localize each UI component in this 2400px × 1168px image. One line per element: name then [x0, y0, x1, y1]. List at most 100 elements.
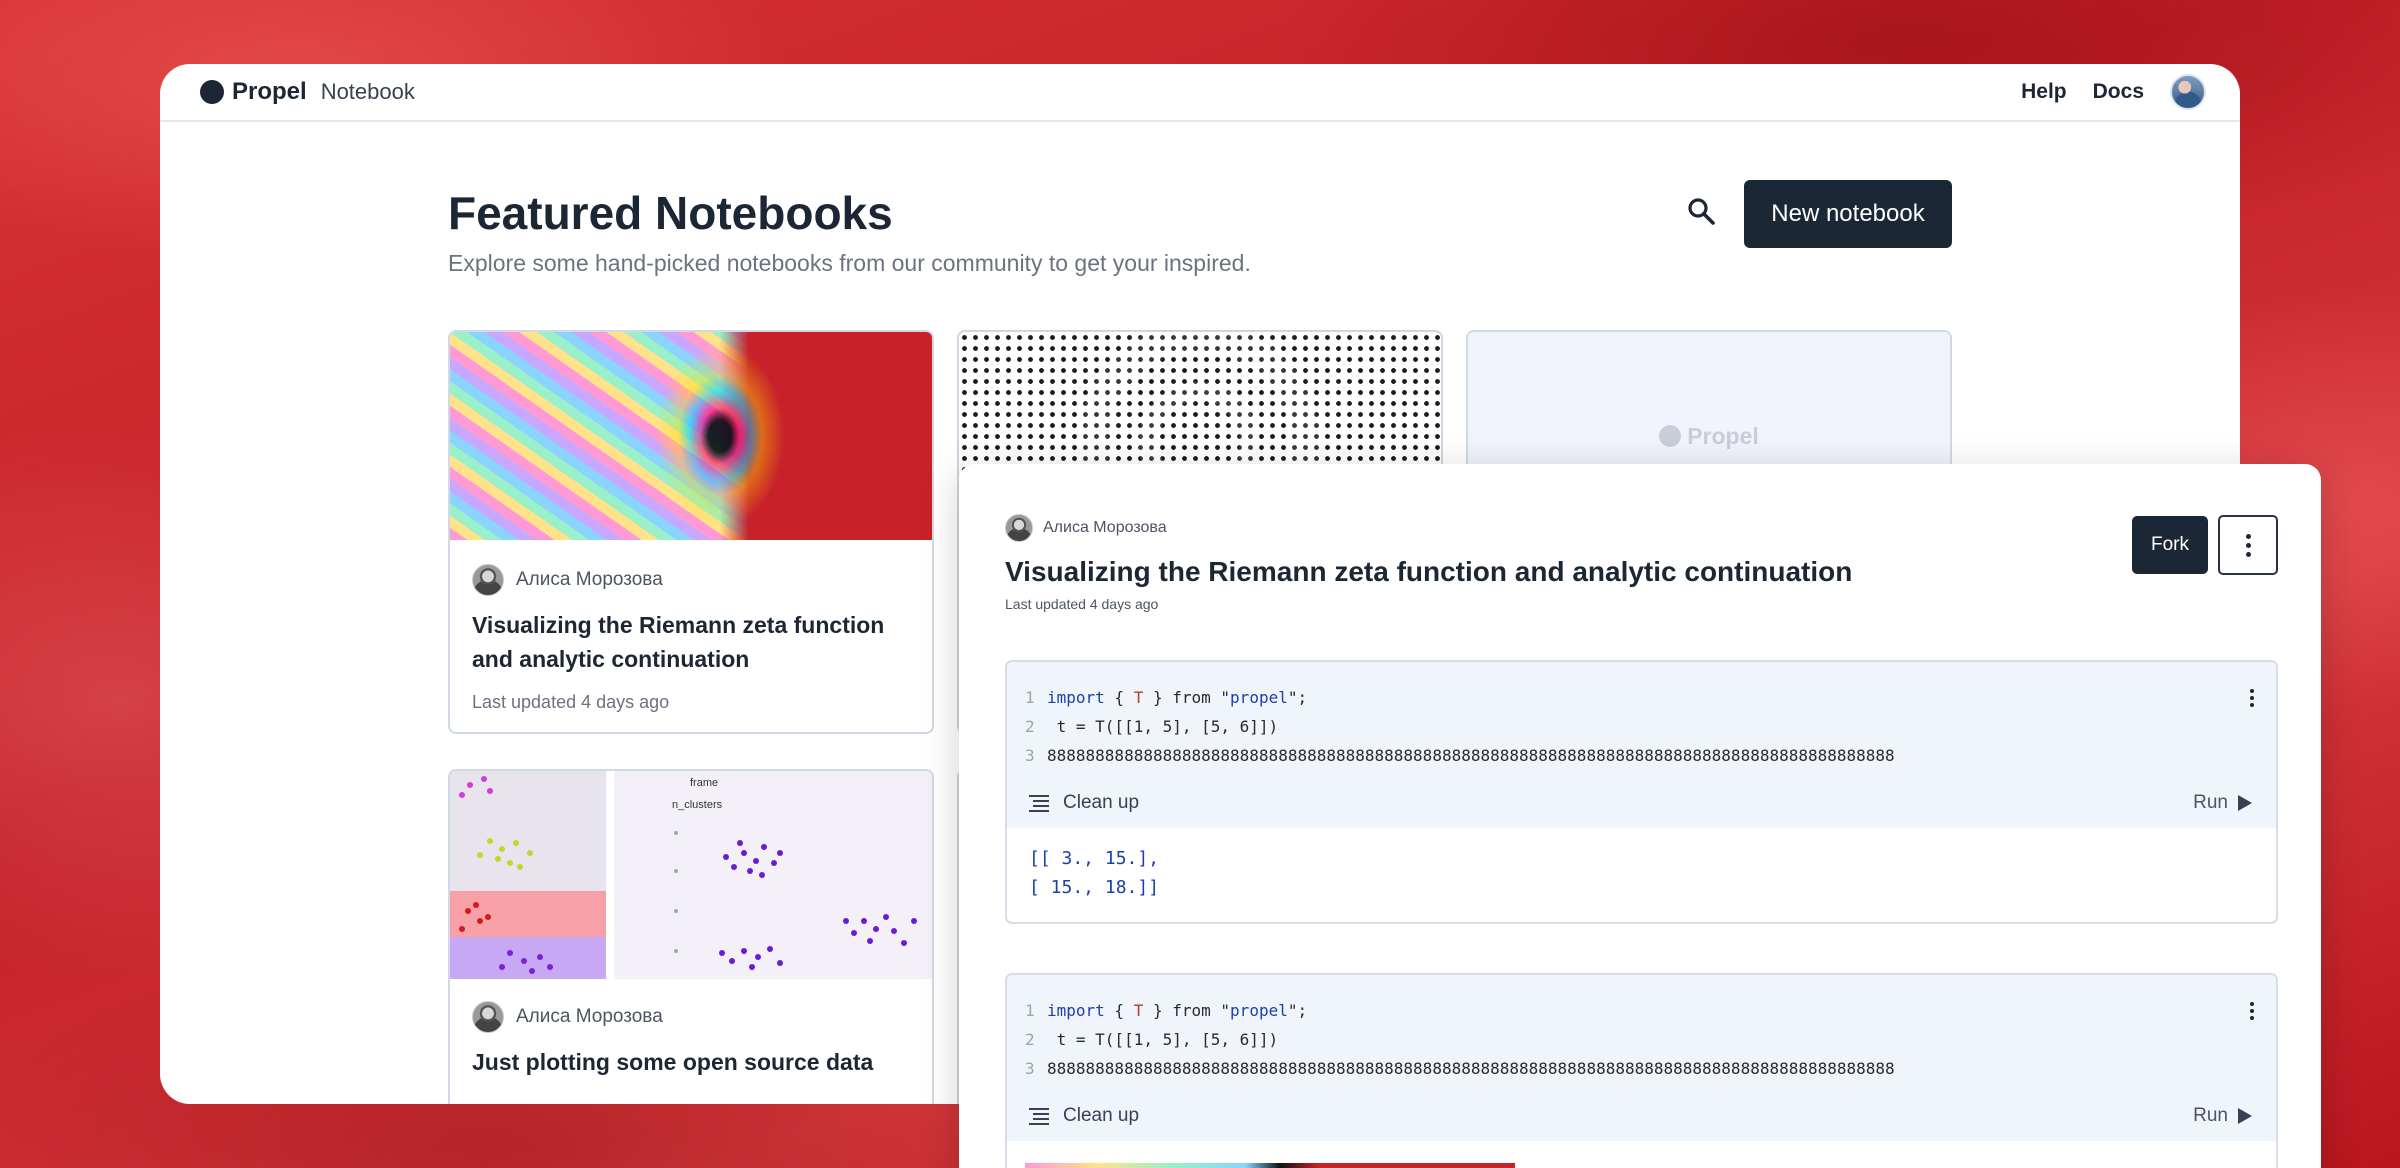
- author-avatar: [1005, 514, 1033, 542]
- more-options-button[interactable]: [2218, 515, 2278, 575]
- code-string: propel: [1230, 688, 1288, 707]
- code-identifier: T: [1133, 1001, 1144, 1020]
- code-text: 8888888888888888888888888888888888888888…: [1047, 746, 1895, 765]
- placeholder-brand: Propel: [1687, 422, 1759, 449]
- notebook-preview-panel: Алиса Морозова Visualizing the Riemann z…: [959, 464, 2321, 1168]
- author-avatar: [472, 564, 504, 596]
- notebook-cell-1: 1 import { T } from "propel"; 2 t = T([[1…: [1005, 660, 2278, 924]
- more-vertical-icon-dot: [2250, 696, 2254, 700]
- code-identifier: T: [1133, 688, 1144, 707]
- code-text: {: [1104, 1001, 1134, 1020]
- line-number: 2: [1025, 717, 1035, 736]
- clean-up-button[interactable]: Clean up: [1029, 792, 1139, 814]
- more-vertical-icon: [2245, 533, 2251, 539]
- code-editor[interactable]: 1 import { T } from "propel"; 2 t = T([[1…: [1007, 662, 2276, 828]
- scatter-plot-thumbnail: frame n_clusters: [450, 771, 932, 979]
- scatter-left-panel: [450, 771, 606, 979]
- cell-output-image: [1025, 1163, 1515, 1168]
- notebook-card-zeta[interactable]: Алиса Морозова Visualizing the Riemann z…: [448, 330, 934, 734]
- page-title: Featured Notebooks: [448, 187, 893, 239]
- code-string: propel: [1230, 1001, 1288, 1020]
- more-vertical-icon: [2250, 689, 2254, 693]
- card-title[interactable]: Just plotting some open source data: [472, 1045, 892, 1079]
- new-notebook-button[interactable]: New notebook: [1744, 180, 1952, 248]
- code-line-2: 2 t = T([[1, 5], [5, 6]]): [1025, 1030, 1278, 1049]
- notebook-cell-2: 1 import { T } from "propel"; 2 t = T([[1…: [1005, 973, 2278, 1168]
- card-author: Алиса Морозова: [472, 1001, 663, 1033]
- cell-output-line-2: [ 15., 18.]]: [1029, 877, 1160, 898]
- top-navbar: Propel Notebook Help Docs: [160, 64, 2240, 122]
- brand-logo[interactable]: Propel Notebook: [200, 78, 415, 106]
- code-text: t = T([[1, 5], [5, 6]]): [1047, 1030, 1279, 1049]
- fork-button[interactable]: Fork: [2132, 516, 2208, 574]
- code-keyword: import: [1047, 688, 1105, 707]
- code-line-1: 1 import { T } from "propel";: [1025, 1001, 1307, 1020]
- line-number: 1: [1025, 1001, 1035, 1020]
- cell-menu-button[interactable]: [2242, 997, 2262, 1025]
- propel-logo-icon: [200, 80, 224, 104]
- line-number: 2: [1025, 1030, 1035, 1049]
- more-vertical-icon-dot: [2250, 1016, 2254, 1020]
- code-line-1: 1 import { T } from "propel";: [1025, 688, 1307, 707]
- cell-output-line-1: [[ 3., 15.],: [1029, 848, 1160, 869]
- author-name: Алиса Морозова: [516, 569, 663, 590]
- line-number: 3: [1025, 1059, 1035, 1078]
- more-vertical-icon-dot: [2245, 542, 2251, 548]
- clean-up-label: Clean up: [1063, 1105, 1140, 1126]
- thumb-clusters-label: n_clusters: [672, 799, 723, 811]
- section-name: Notebook: [320, 79, 415, 104]
- code-line-3: 3 888888888888888888888888888888888888888…: [1025, 1059, 1895, 1078]
- thumb-frame-label: frame: [690, 777, 719, 789]
- cell-menu-button[interactable]: [2242, 684, 2262, 712]
- play-icon: [2238, 1108, 2252, 1124]
- code-text: ";: [1287, 1001, 1308, 1020]
- clean-up-icon: [1029, 1108, 1049, 1125]
- user-avatar[interactable]: [2170, 74, 2206, 110]
- more-vertical-icon-dot: [2250, 1009, 2254, 1013]
- help-link[interactable]: Help: [2021, 80, 2067, 104]
- scatter-right-panel: [614, 771, 932, 979]
- docs-link[interactable]: Docs: [2093, 80, 2144, 104]
- run-button[interactable]: Run: [2193, 792, 2252, 814]
- page-subtitle: Explore some hand-picked notebooks from …: [448, 250, 1251, 276]
- run-button[interactable]: Run: [2193, 1105, 2252, 1127]
- author-avatar: [472, 1001, 504, 1033]
- clean-up-button[interactable]: Clean up: [1029, 1105, 1139, 1127]
- author-name: Алиса Морозова: [516, 1006, 663, 1027]
- more-vertical-icon-dot: [2245, 551, 2251, 557]
- card-author: Алиса Морозова: [472, 564, 663, 596]
- code-text: } from ": [1143, 688, 1231, 707]
- code-text: ";: [1287, 688, 1308, 707]
- code-text: 8888888888888888888888888888888888888888…: [1047, 1059, 1895, 1078]
- more-vertical-icon: [2250, 1002, 2254, 1006]
- search-icon: [1688, 198, 1715, 225]
- card-title[interactable]: Visualizing the Riemann zeta function an…: [472, 608, 892, 676]
- code-keyword: import: [1047, 1001, 1105, 1020]
- code-line-3: 3 888888888888888888888888888888888888888…: [1025, 746, 1895, 765]
- run-label: Run: [2193, 792, 2228, 813]
- code-editor[interactable]: 1 import { T } from "propel"; 2 t = T([[1…: [1007, 975, 2276, 1141]
- panel-author: Алиса Морозова: [1005, 514, 1167, 542]
- code-text: {: [1104, 688, 1134, 707]
- search-button[interactable]: [1684, 194, 1720, 230]
- card-updated: Last updated 4 days ago: [472, 692, 670, 712]
- top-nav: Help Docs: [2021, 74, 2206, 110]
- zeta-function-thumbnail: [450, 332, 932, 540]
- clean-up-icon: [1029, 795, 1049, 812]
- panel-author-name: Алиса Морозова: [1043, 519, 1167, 536]
- scatter-points-right: [674, 831, 917, 970]
- clean-up-label: Clean up: [1063, 792, 1140, 813]
- scatter-points-left: [459, 776, 553, 974]
- code-line-2: 2 t = T([[1, 5], [5, 6]]): [1025, 717, 1278, 736]
- notebook-card-plotting[interactable]: frame n_clusters Алиса Морозова Just plo…: [448, 769, 934, 1104]
- panel-title: Visualizing the Riemann zeta function an…: [1005, 556, 1853, 587]
- play-icon: [2238, 795, 2252, 811]
- propel-logo-icon: [1659, 425, 1682, 447]
- panel-updated: Last updated 4 days ago: [1005, 596, 1159, 612]
- brand-name: Propel: [232, 78, 307, 105]
- more-vertical-icon-dot: [2250, 703, 2254, 707]
- code-text: t = T([[1, 5], [5, 6]]): [1047, 717, 1279, 736]
- line-number: 3: [1025, 746, 1035, 765]
- run-label: Run: [2193, 1105, 2228, 1126]
- code-text: } from ": [1143, 1001, 1231, 1020]
